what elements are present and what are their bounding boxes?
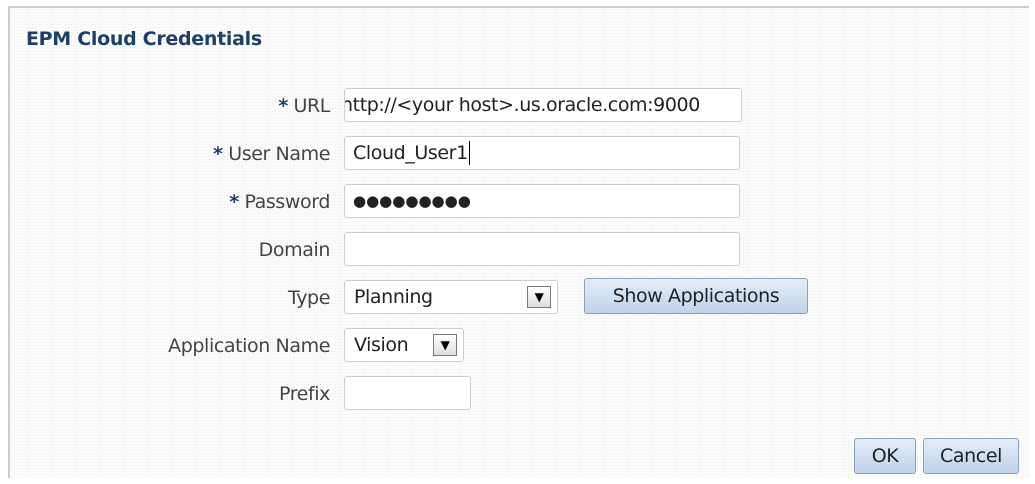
application-name-label: Application Name xyxy=(168,335,330,357)
url-required-marker: * xyxy=(278,95,288,117)
domain-label-text: Domain xyxy=(258,239,331,261)
domain-label: Domain xyxy=(258,239,331,261)
prefix-label-text: Prefix xyxy=(278,383,330,405)
password-required-marker: * xyxy=(229,191,239,213)
password-input-value: ●●●●●●●●● xyxy=(353,192,471,210)
password-label-text: Password xyxy=(244,191,330,213)
type-select[interactable]: Planning ▼ xyxy=(344,280,558,314)
url-label-text: URL xyxy=(293,95,331,117)
type-label: Type xyxy=(288,287,330,309)
user-name-input[interactable]: Cloud_User1 xyxy=(344,136,740,170)
url-input-value: http://<your host>.us.oracle.com:9000 xyxy=(344,94,700,116)
password-input[interactable]: ●●●●●●●●● xyxy=(344,184,740,218)
application-name-dropdown-icon[interactable]: ▼ xyxy=(433,334,457,356)
type-dropdown-icon[interactable]: ▼ xyxy=(527,286,551,308)
application-name-select[interactable]: Vision ▼ xyxy=(344,328,464,362)
text-cursor xyxy=(468,141,470,165)
prefix-label: Prefix xyxy=(279,383,330,405)
type-select-value: Planning xyxy=(354,286,433,308)
show-applications-button[interactable]: Show Applications xyxy=(584,278,808,314)
user-name-input-value: Cloud_User1 xyxy=(353,142,468,164)
application-name-select-value: Vision xyxy=(354,334,409,356)
user-name-label-text: User Name xyxy=(228,143,330,165)
ok-button[interactable]: OK xyxy=(854,438,916,474)
application-name-label-text: Application Name xyxy=(168,335,330,357)
url-label: * URL xyxy=(278,95,330,117)
password-label: * Password xyxy=(229,191,330,213)
cancel-button[interactable]: Cancel xyxy=(923,438,1019,474)
dialog-title: EPM Cloud Credentials xyxy=(26,28,262,50)
user-name-label: * User Name xyxy=(213,143,330,165)
type-label-text: Type xyxy=(287,287,330,309)
user-name-required-marker: * xyxy=(213,143,223,165)
epm-cloud-credentials-dialog: EPM Cloud Credentials * URL http://<your… xyxy=(8,6,1029,478)
prefix-input[interactable] xyxy=(344,376,471,410)
url-input[interactable]: http://<your host>.us.oracle.com:9000 xyxy=(344,88,742,122)
domain-input[interactable] xyxy=(344,232,740,266)
